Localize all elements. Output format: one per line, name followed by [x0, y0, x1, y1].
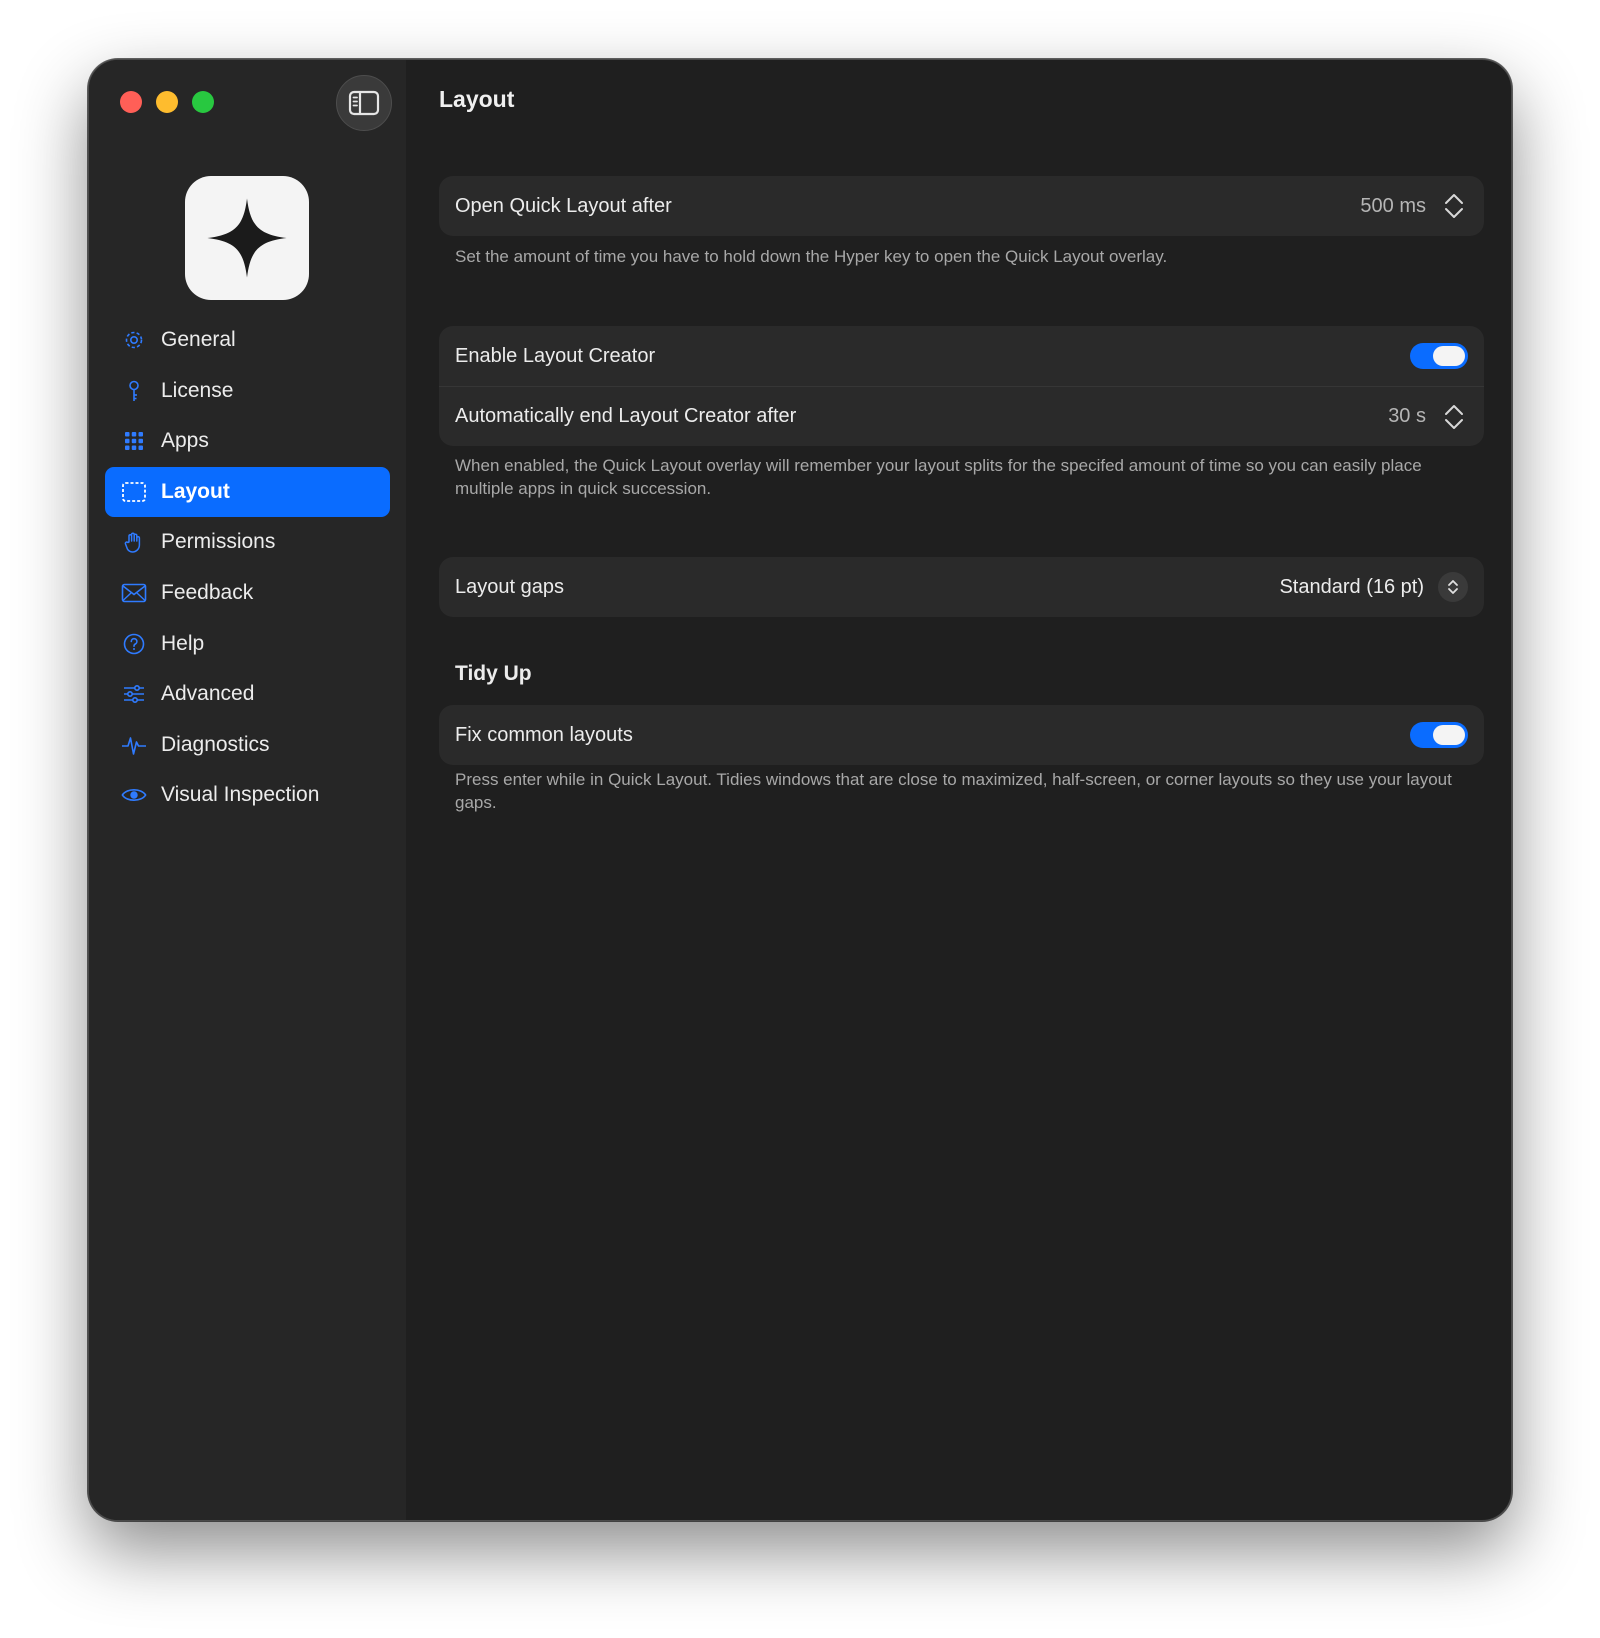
layout-gaps-row: Layout gaps Standard (16 pt)	[439, 557, 1484, 617]
chevron-up-icon[interactable]	[1443, 403, 1465, 417]
sidebar-item-help[interactable]: Help	[105, 619, 390, 669]
layout-gaps-group: Layout gaps Standard (16 pt)	[439, 557, 1484, 617]
layout-frame-icon	[121, 479, 147, 505]
quick-layout-delay-value[interactable]: 500 ms	[1360, 195, 1426, 218]
quick-layout-delay-stepper[interactable]	[1440, 187, 1468, 225]
enable-layout-creator-row: Enable Layout Creator	[439, 326, 1484, 386]
toggle-knob	[1433, 725, 1465, 745]
sidebar-item-label: Feedback	[161, 580, 254, 604]
fix-common-layouts-toggle[interactable]	[1410, 722, 1468, 748]
question-circle-icon	[121, 631, 147, 657]
layout-creator-group: Enable Layout Creator Automatically end …	[439, 326, 1484, 446]
quick-layout-delay-label: Open Quick Layout after	[455, 194, 672, 217]
app-logo	[185, 176, 309, 300]
sidebar-toggle-button[interactable]	[336, 75, 392, 131]
sidebar-item-label: Advanced	[161, 682, 255, 706]
chevron-down-icon[interactable]	[1443, 417, 1465, 431]
minimize-window-button[interactable]	[156, 91, 178, 113]
auto-end-layout-creator-row: Automatically end Layout Creator after 3…	[439, 386, 1484, 446]
sidebar-item-visual-inspection[interactable]: Visual Inspection	[105, 770, 390, 820]
key-icon	[121, 378, 147, 404]
chevron-down-icon[interactable]	[1443, 206, 1465, 220]
auto-end-layout-creator-label: Automatically end Layout Creator after	[455, 405, 797, 427]
sliders-icon	[121, 681, 147, 707]
layout-creator-description: When enabled, the Quick Layout overlay w…	[455, 456, 1422, 498]
main-content: Layout Open Quick Layout after 500 ms Se…	[406, 60, 1511, 1520]
hand-icon	[121, 529, 147, 555]
eye-icon	[121, 782, 147, 808]
sidebar-item-label: Diagnostics	[161, 732, 270, 756]
sidebar-item-license[interactable]: License	[105, 366, 390, 416]
quick-layout-delay-row: Open Quick Layout after 500 ms	[439, 176, 1484, 236]
gear-icon	[121, 327, 147, 353]
up-down-chevron-icon[interactable]	[1438, 572, 1468, 602]
tidy-up-description: Press enter while in Quick Layout. Tidie…	[455, 770, 1452, 812]
enable-layout-creator-label: Enable Layout Creator	[455, 344, 656, 367]
tidy-up-group: Fix common layouts	[439, 705, 1484, 765]
quick-layout-description: Set the amount of time you have to hold …	[455, 247, 1168, 266]
zoom-window-button[interactable]	[192, 91, 214, 113]
enable-layout-creator-toggle[interactable]	[1410, 343, 1468, 369]
sparkle-logo-icon	[207, 198, 287, 278]
quick-layout-group: Open Quick Layout after 500 ms	[439, 176, 1484, 236]
sidebar-item-label: Permissions	[161, 530, 276, 554]
chevron-up-icon[interactable]	[1443, 192, 1465, 206]
sidebar-nav: General License Apps Layout Permissions …	[105, 315, 390, 821]
sidebar-item-label: Layout	[161, 479, 230, 503]
sidebar-item-label: Visual Inspection	[161, 783, 320, 807]
auto-end-layout-creator-value[interactable]: 30 s	[1388, 405, 1426, 428]
sidebar-item-label: Apps	[161, 429, 209, 453]
fix-common-layouts-label: Fix common layouts	[455, 723, 633, 746]
sidebar: General License Apps Layout Permissions …	[89, 60, 406, 1520]
close-window-button[interactable]	[120, 91, 142, 113]
layout-gaps-popup[interactable]: Standard (16 pt)	[1279, 572, 1468, 602]
sidebar-item-feedback[interactable]: Feedback	[105, 568, 390, 618]
grid-icon	[121, 428, 147, 454]
envelope-icon	[121, 580, 147, 606]
sidebar-item-general[interactable]: General	[105, 315, 390, 365]
settings-window: General License Apps Layout Permissions …	[88, 59, 1512, 1521]
page-title: Layout	[439, 86, 515, 112]
layout-gaps-value[interactable]: Standard (16 pt)	[1279, 576, 1424, 599]
sidebar-item-layout[interactable]: Layout	[105, 466, 390, 517]
sidebar-item-label: General	[161, 328, 236, 351]
toggle-knob	[1433, 346, 1465, 366]
sidebar-item-advanced[interactable]: Advanced	[105, 669, 390, 719]
waveform-icon	[121, 732, 147, 758]
layout-gaps-label: Layout gaps	[455, 575, 564, 598]
sidebar-item-label: License	[161, 378, 234, 402]
tidy-up-section-title: Tidy Up	[455, 662, 532, 685]
fix-common-layouts-row: Fix common layouts	[439, 705, 1484, 765]
sidebar-item-permissions[interactable]: Permissions	[105, 517, 390, 567]
sidebar-item-apps[interactable]: Apps	[105, 416, 390, 466]
sidebar-toggle-icon	[348, 90, 380, 116]
sidebar-item-diagnostics[interactable]: Diagnostics	[105, 720, 390, 770]
sidebar-item-label: Help	[161, 631, 205, 655]
window-controls	[120, 91, 214, 113]
auto-end-layout-creator-stepper[interactable]	[1440, 398, 1468, 436]
